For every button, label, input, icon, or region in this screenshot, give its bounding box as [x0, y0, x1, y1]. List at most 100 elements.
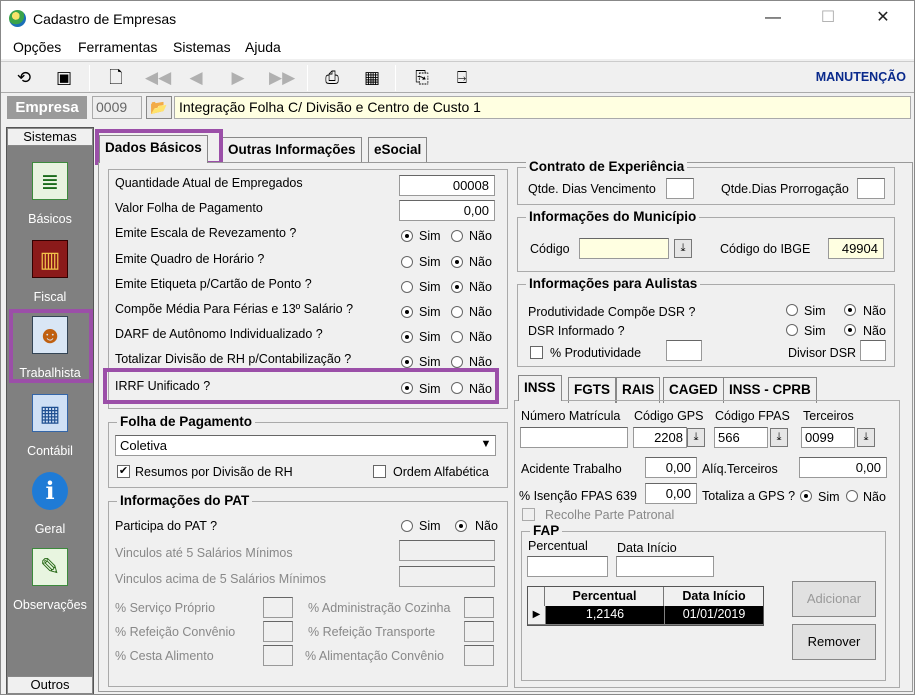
radio-darf-nao[interactable] [451, 331, 463, 343]
sidebar-item-geral[interactable]: i Geral [7, 468, 93, 542]
exit-door-icon[interactable]: ⍈ [451, 67, 473, 89]
printer-settings-icon[interactable]: ⎘ [411, 67, 433, 89]
vinculos-ate-input[interactable] [399, 540, 495, 561]
tab-inss[interactable]: INSS [518, 375, 562, 401]
sidebar-item-fiscal[interactable]: ▥ Fiscal [7, 236, 93, 310]
lookup-fpas-button[interactable]: ⤓ [770, 428, 788, 447]
isencao-fpas-input[interactable]: 0,00 [645, 483, 697, 504]
fap-col-data-inicio[interactable]: Data Início [665, 587, 763, 606]
pct-servico-proprio-label: % Serviço Próprio [115, 601, 216, 615]
vinculos-acima-input[interactable] [399, 566, 495, 587]
pct-produtividade-input[interactable] [666, 340, 702, 361]
lookup-terceiros-button[interactable]: ⤓ [857, 428, 875, 447]
folha-type-select[interactable]: Coletiva [115, 435, 496, 456]
totaliza-gps-label: Totaliza a GPS ? [702, 489, 796, 503]
matricula-input[interactable] [520, 427, 628, 448]
radio-quadro-sim[interactable] [401, 256, 413, 268]
radio-escala-nao[interactable] [451, 230, 463, 242]
save-icon[interactable]: ▣ [53, 67, 75, 89]
tab-esocial[interactable]: eSocial [368, 137, 428, 163]
radio-etiqueta-nao[interactable] [451, 281, 463, 293]
pct-servico-proprio-input[interactable] [263, 597, 293, 618]
radio-dsr-nao[interactable] [844, 324, 856, 336]
info-computer-icon: i [32, 472, 68, 510]
menu-opcoes[interactable]: Opções [13, 39, 61, 55]
tab-outras-informacoes[interactable]: Outras Informações [222, 137, 362, 163]
folder-open-icon: 📂 [150, 99, 168, 115]
radio-pat-sim[interactable] [401, 520, 413, 532]
radio-media-nao[interactable] [451, 306, 463, 318]
pct-produtividade-label: % Produtividade [550, 346, 642, 360]
sidebar-header-outros[interactable]: Outros [7, 676, 93, 694]
maximize-button[interactable]: ☐ [813, 7, 843, 29]
radio-pat-nao[interactable] [455, 520, 467, 532]
menu-sistemas[interactable]: Sistemas [173, 39, 231, 55]
radio-darf-sim[interactable] [401, 331, 413, 343]
calculator-tool-icon[interactable]: ▦ [361, 67, 383, 89]
radio-etiqueta-sim[interactable] [401, 281, 413, 293]
codigo-ibge-input[interactable]: 49904 [828, 238, 884, 259]
lookup-municipio-button[interactable]: ⤓ [674, 239, 692, 258]
sidebar-item-basicos[interactable]: ≣ Básicos [7, 158, 93, 232]
codigo-fpas-input[interactable]: 566 [714, 427, 768, 448]
last-record-icon[interactable]: ▶▶ [269, 67, 295, 89]
adicionar-button[interactable]: Adicionar [792, 581, 876, 617]
dsr-informado-label: DSR Informado ? [528, 324, 625, 338]
undo-icon[interactable]: ⟲ [13, 67, 35, 89]
preview-icon[interactable]: 🗋 [105, 67, 127, 89]
pct-administracao-cozinha-input[interactable] [464, 597, 494, 618]
remover-button[interactable]: Remover [792, 624, 876, 660]
radio-totalizar-sim[interactable] [401, 356, 413, 368]
tab-dados-basicos[interactable]: Dados Básicos [99, 135, 208, 163]
pct-refeicao-transporte-input[interactable] [464, 621, 494, 642]
divisor-dsr-input[interactable] [860, 340, 886, 361]
sidebar-item-observacoes[interactable]: ✎ Observações [7, 544, 93, 618]
fap-col-percentual[interactable]: Percentual [546, 587, 664, 606]
terceiros-input[interactable]: 0099 [801, 427, 855, 448]
fap-data-inicio-input[interactable] [616, 556, 714, 577]
next-record-icon[interactable]: ▶ [227, 67, 249, 89]
dias-prorrogacao-input[interactable] [857, 178, 885, 199]
radio-prod-sim[interactable] [786, 304, 798, 316]
ordem-alfabetica-checkbox[interactable] [373, 465, 386, 478]
open-folder-button[interactable]: 📂 [146, 96, 172, 119]
radio-prod-nao[interactable] [844, 304, 856, 316]
recolhe-patronal-checkbox[interactable] [522, 508, 535, 521]
print-icon[interactable]: ⎙ [321, 67, 343, 89]
chevron-down-icon[interactable]: ▼ [477, 436, 495, 455]
pct-alimentacao-convenio-input[interactable] [464, 645, 494, 666]
codigo-municipio-input[interactable] [579, 238, 669, 259]
dias-vencimento-input[interactable] [666, 178, 694, 199]
download-arrow-icon: ⤓ [693, 431, 699, 443]
radio-media-sim[interactable] [401, 306, 413, 318]
empresa-name-field[interactable]: Integração Folha C/ Divisão e Centro de … [174, 96, 911, 119]
radio-dsr-sim[interactable] [786, 324, 798, 336]
radio-totaliza-sim[interactable] [800, 490, 812, 502]
acidente-trabalho-input[interactable]: 0,00 [645, 457, 697, 478]
empresa-code-field[interactable]: 0009 [92, 96, 142, 119]
aliq-terceiros-input[interactable]: 0,00 [799, 457, 887, 478]
menu-ajuda[interactable]: Ajuda [245, 39, 281, 55]
sidebar-item-contabil[interactable]: ▦ Contábil [7, 390, 93, 464]
quantidade-input[interactable]: 00008 [399, 175, 495, 196]
radio-totalizar-nao[interactable] [451, 356, 463, 368]
pct-refeicao-convenio-input[interactable] [263, 621, 293, 642]
minimize-button[interactable]: — [758, 7, 788, 29]
contrato-group: Contrato de Experiência Qtde. Dias Venci… [517, 159, 895, 205]
radio-escala-sim[interactable] [401, 230, 413, 242]
lookup-gps-button[interactable]: ⤓ [687, 428, 705, 447]
radio-quadro-nao[interactable] [451, 256, 463, 268]
close-button[interactable]: ✕ [868, 7, 898, 29]
sidebar-header-sistemas[interactable]: Sistemas [7, 128, 93, 146]
resumos-checkbox[interactable]: ✔ [117, 465, 130, 478]
first-record-icon[interactable]: ◀◀ [145, 67, 171, 89]
fap-percentual-input[interactable] [527, 556, 608, 577]
table-row[interactable]: ▶ 1,2146 01/01/2019 [528, 606, 763, 624]
codigo-gps-input[interactable]: 2208 [633, 427, 687, 448]
valor-folha-input[interactable]: 0,00 [399, 200, 495, 221]
menu-ferramentas[interactable]: Ferramentas [78, 39, 157, 55]
pct-produtividade-checkbox[interactable] [530, 346, 543, 359]
pct-cesta-alimento-input[interactable] [263, 645, 293, 666]
previous-record-icon[interactable]: ◀ [185, 67, 207, 89]
radio-totaliza-nao[interactable] [846, 490, 858, 502]
